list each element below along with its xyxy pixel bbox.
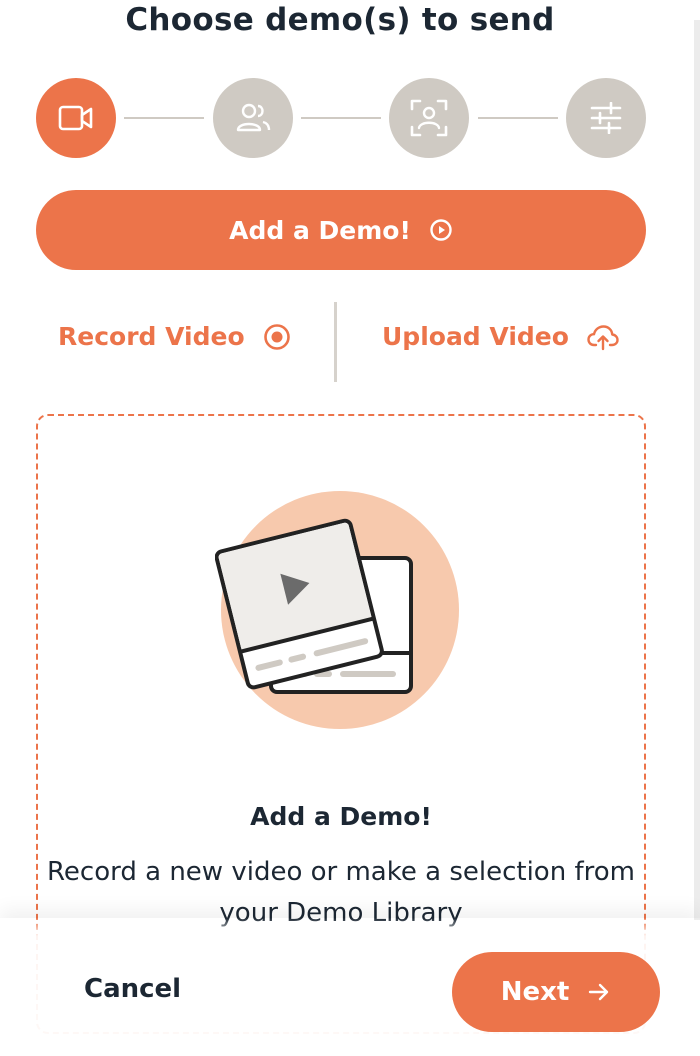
options-divider (334, 302, 337, 382)
record-video-label: Record Video (58, 322, 245, 351)
step-connector (301, 117, 381, 119)
step-settings[interactable] (566, 78, 646, 158)
step-connector (124, 117, 204, 119)
stepper (36, 78, 646, 158)
users-icon (236, 103, 271, 132)
step-video[interactable] (36, 78, 116, 158)
next-label: Next (500, 977, 570, 1007)
next-button[interactable]: Next (452, 952, 660, 1032)
page-title: Choose demo(s) to send (125, 2, 555, 38)
face-scan-icon (410, 99, 448, 137)
step-recipients[interactable] (213, 78, 293, 158)
sliders-icon (590, 102, 622, 134)
arrow-right-icon (589, 983, 609, 1001)
step-connector (478, 117, 558, 119)
record-video-button[interactable]: Record Video (58, 322, 291, 351)
video-source-options: Record Video Upload Video (36, 302, 646, 382)
scrollbar-track[interactable] (694, 20, 700, 920)
cancel-button[interactable]: Cancel (84, 974, 181, 1004)
video-cards-illustration-icon (215, 491, 459, 729)
upload-video-button[interactable]: Upload Video (382, 322, 619, 351)
add-demo-button[interactable]: Add a Demo! (36, 190, 646, 270)
upload-video-label: Upload Video (382, 322, 569, 351)
record-icon (263, 323, 290, 350)
add-demo-label: Add a Demo! (229, 215, 411, 245)
dropzone-title: Add a Demo! (250, 802, 432, 831)
video-camera-icon (58, 105, 93, 131)
step-identify[interactable] (389, 78, 469, 158)
cloud-upload-icon (587, 324, 619, 350)
play-circle-icon (430, 219, 452, 241)
